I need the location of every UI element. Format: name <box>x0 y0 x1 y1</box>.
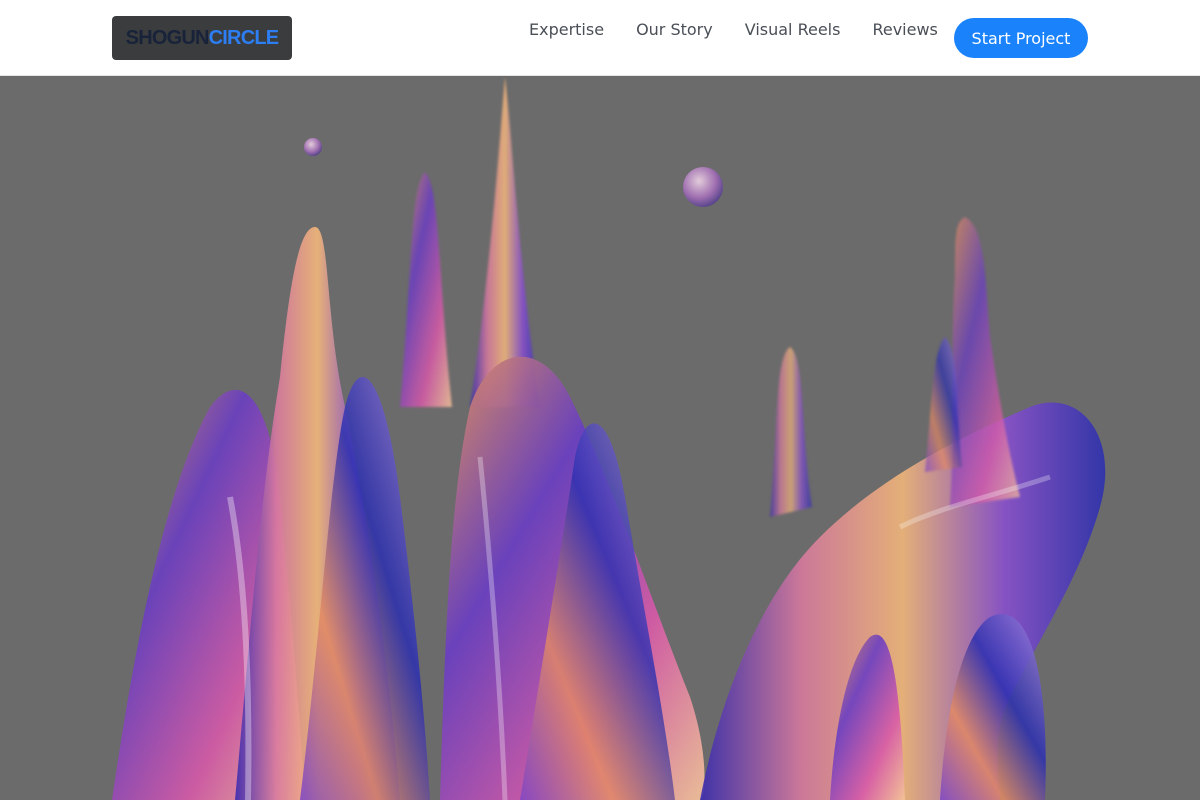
nav-link-reviews[interactable]: Reviews <box>872 20 937 40</box>
iridescent-liquid-splash-image <box>0 77 1200 800</box>
nav-link-our-story[interactable]: Our Story <box>636 20 713 40</box>
start-project-button[interactable]: Start Project <box>954 18 1088 58</box>
logo-text-circle: CIRCLE <box>208 26 279 49</box>
logo-text-shogun: SHOGUN <box>125 26 210 49</box>
nav-link-visual-reels[interactable]: Visual Reels <box>745 20 841 40</box>
site-header: SHOGUN CIRCLE Expertise Our Story Visual … <box>0 0 1200 76</box>
main-nav: Expertise Our Story Visual Reels Reviews <box>529 20 938 40</box>
hero-section <box>0 77 1200 800</box>
nav-link-expertise[interactable]: Expertise <box>529 20 604 40</box>
brand-logo[interactable]: SHOGUN CIRCLE <box>112 16 292 60</box>
